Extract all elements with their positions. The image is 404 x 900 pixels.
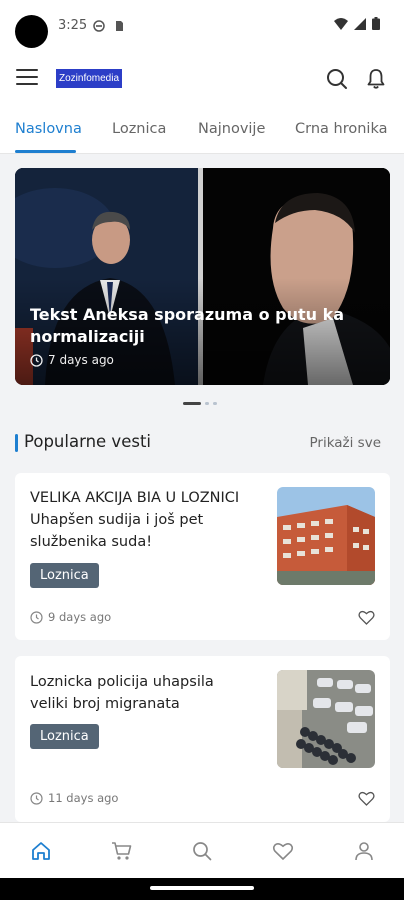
clock-icon <box>30 791 43 805</box>
search-icon[interactable] <box>324 66 350 92</box>
building-photo <box>277 487 375 585</box>
pagination-dot[interactable] <box>213 402 217 405</box>
sim-icon <box>116 21 123 31</box>
featured-title[interactable]: Tekst Aneksa sporazuma o putu ka normali… <box>30 304 350 348</box>
battery-icon <box>372 17 380 30</box>
tab-crna-hronika[interactable]: Crna hronika <box>295 121 387 137</box>
dnd-icon <box>93 20 105 32</box>
article-timestamp: 9 days ago <box>30 610 111 624</box>
article-time-text: 11 days ago <box>48 791 119 805</box>
featured-time-text: 7 days ago <box>48 353 114 367</box>
heart-icon[interactable] <box>358 790 375 807</box>
cart-icon[interactable] <box>111 840 133 862</box>
slider-pagination <box>183 402 217 405</box>
article-thumbnail[interactable] <box>277 670 375 768</box>
tab-loznica[interactable]: Loznica <box>112 121 166 137</box>
home-icon[interactable] <box>30 840 52 862</box>
category-tabs: Naslovna Loznica Najnovije Crna hronika <box>0 104 404 154</box>
bell-icon[interactable] <box>363 66 389 92</box>
heart-icon[interactable] <box>358 609 375 626</box>
app-logo[interactable]: Zozinfomedia <box>56 69 123 88</box>
status-indicators <box>334 17 380 30</box>
article-card[interactable]: Loznicka policija uhapsila veliki broj m… <box>15 656 390 822</box>
section-accent-bar <box>15 434 18 452</box>
article-time-text: 9 days ago <box>48 610 112 624</box>
article-thumbnail[interactable] <box>277 487 375 585</box>
search-icon[interactable] <box>191 840 213 862</box>
category-chip[interactable]: Loznica <box>30 724 99 749</box>
bottom-navigation <box>0 822 404 878</box>
menu-icon-line <box>16 69 38 71</box>
signal-icon <box>354 17 366 30</box>
featured-timestamp: 7 days ago <box>30 353 114 367</box>
status-bar: 3:25 <box>0 0 404 52</box>
article-title[interactable]: Loznicka policija uhapsila veliki broj m… <box>30 671 255 715</box>
status-time: 3:25 <box>58 18 88 33</box>
article-title[interactable]: VELIKA AKCIJA BIA U LOZNICI Uhapšen sudi… <box>30 487 255 553</box>
app-bar: Zozinfomedia <box>0 52 404 104</box>
profile-icon[interactable] <box>353 840 375 862</box>
category-chip[interactable]: Loznica <box>30 563 99 588</box>
wifi-icon <box>334 17 348 30</box>
menu-icon-line <box>16 76 38 78</box>
menu-icon-line <box>16 83 38 85</box>
section-title: Popularne vesti <box>24 432 151 451</box>
article-timestamp: 11 days ago <box>30 791 118 805</box>
parking-lot-photo <box>277 670 375 768</box>
menu-button[interactable] <box>16 69 38 87</box>
heart-icon[interactable] <box>272 840 294 862</box>
clock-icon <box>30 610 43 624</box>
see-all-link[interactable]: Prikaži sve <box>309 435 381 451</box>
article-card[interactable]: VELIKA AKCIJA BIA U LOZNICI Uhapšen sudi… <box>15 473 390 640</box>
pagination-dot-active[interactable] <box>183 402 201 405</box>
home-indicator[interactable] <box>150 886 254 890</box>
camera-cutout <box>15 15 48 48</box>
featured-slider[interactable]: Tekst Aneksa sporazuma o putu ka normali… <box>15 168 390 385</box>
tab-naslovna[interactable]: Naslovna <box>15 121 82 137</box>
pagination-dot[interactable] <box>205 402 209 405</box>
clock-icon <box>30 353 43 367</box>
active-tab-indicator <box>15 150 76 153</box>
gesture-bar <box>0 878 404 900</box>
tab-najnovije[interactable]: Najnovije <box>198 121 265 137</box>
popular-section-header: Popularne vesti Prikaži sve <box>15 432 390 456</box>
